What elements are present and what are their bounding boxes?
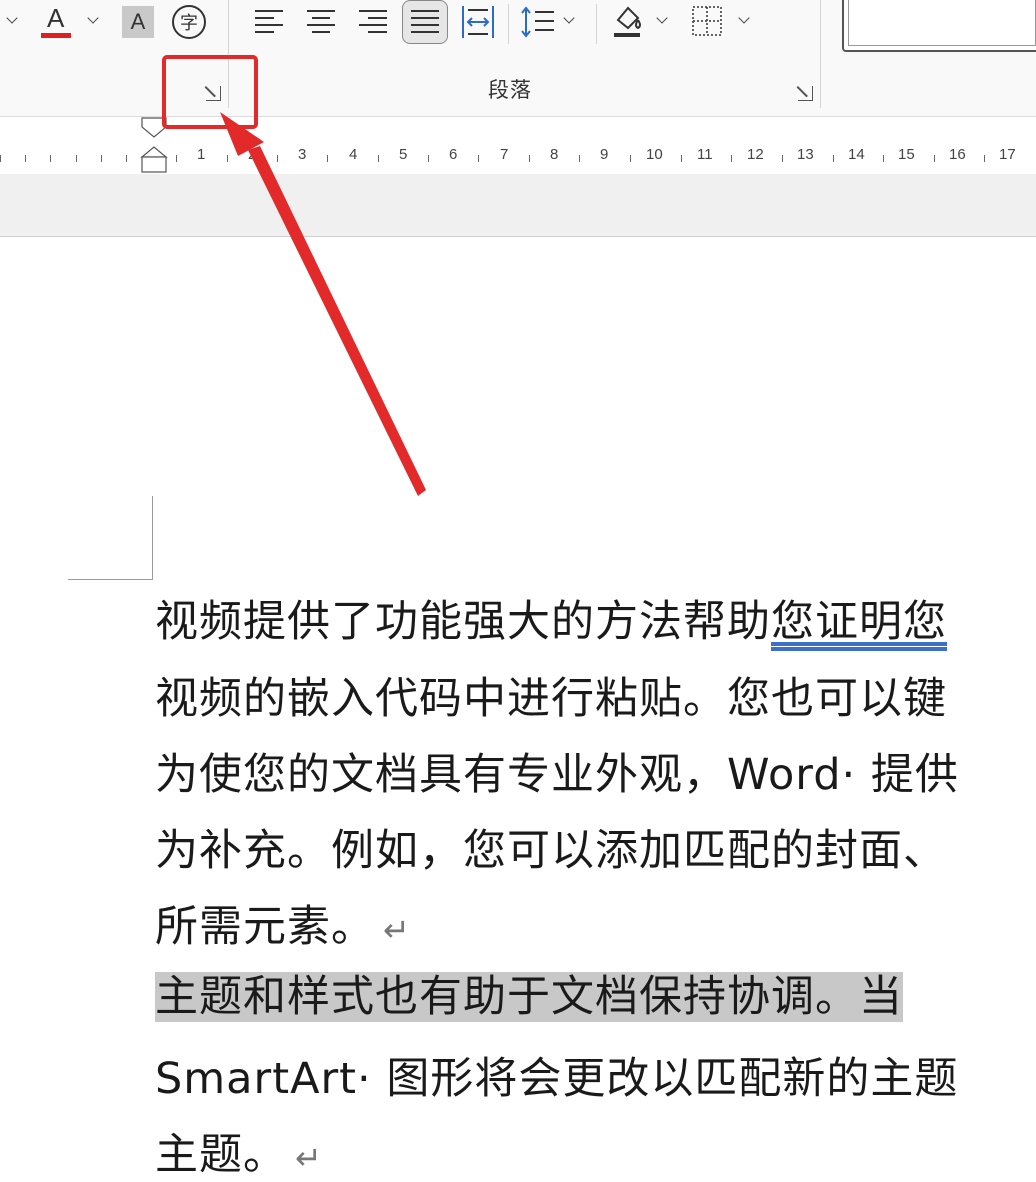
page-corner-mark (152, 496, 153, 580)
document-line-8[interactable]: 主题。 ↵ (155, 1120, 323, 1182)
ruler-label: 15 (898, 146, 915, 163)
document-page[interactable]: 视频提供了功能强大的方法帮助您证明您 视频的嵌入代码中进行粘贴。您也可以键 为使… (0, 237, 1036, 1180)
ruler-tick (428, 155, 429, 162)
document-line-4[interactable]: 为补充。例如，您可以添加匹配的封面、 (155, 816, 947, 878)
line-spacing-icon[interactable] (518, 4, 556, 40)
align-left-icon[interactable] (252, 6, 286, 38)
page-corner-mark (68, 579, 153, 580)
ruler-label: 10 (646, 146, 663, 163)
ruler-label: 6 (449, 146, 458, 163)
group-separator (820, 0, 821, 108)
ruler-label: 8 (550, 146, 559, 163)
ruler-tick (833, 155, 834, 162)
ruler-tick (782, 155, 783, 162)
ruler-label: 11 (697, 146, 713, 163)
ruler-tick (50, 155, 51, 162)
ruler-tick (277, 155, 278, 162)
paragraph-mark: ↵ (383, 911, 411, 949)
borders-icon[interactable] (690, 4, 724, 38)
paragraph-mark: ↵ (295, 1139, 323, 1177)
line-text: 为补充。例如，您可以添加匹配的封面、 (155, 826, 947, 876)
chevron-down-icon[interactable] (6, 12, 18, 24)
character-shading-button[interactable]: A (122, 6, 154, 38)
enclose-characters-button[interactable]: 字 (172, 5, 206, 39)
line-text: 主题。 (155, 1130, 287, 1180)
enclose-characters-icon: 字 (180, 13, 198, 34)
ruler-label: 7 (500, 146, 509, 163)
document-line-5[interactable]: 所需元素。 ↵ (155, 892, 411, 954)
font-color-glyph: A (47, 3, 65, 33)
shading-icon[interactable] (610, 2, 644, 40)
ruler-label: 5 (399, 146, 408, 163)
line-text: 视频的嵌入代码中进行粘贴。您也可以键 (155, 674, 947, 724)
horizontal-ruler[interactable]: 1 2 3 4 5 6 7 8 9 10 11 12 13 14 15 16 1… (0, 116, 1036, 175)
ruler-tick (579, 155, 580, 162)
ruler-tick (25, 155, 26, 162)
ruler-tick (176, 155, 177, 162)
document-line-3[interactable]: 为使您的文档具有专业外观，Word· 提供 (155, 740, 959, 802)
font-color-icon: A (39, 3, 73, 41)
ruler-label: 16 (949, 146, 966, 163)
ruler-tick (126, 155, 127, 162)
font-color-button[interactable]: A (38, 2, 74, 42)
paragraph-group-label: 段落 (488, 78, 532, 102)
document-top-margin-area (0, 174, 1036, 237)
ruler-tick (327, 155, 328, 162)
ruler-tick (101, 155, 102, 162)
document-line-7[interactable]: SmartArt· 图形将会更改以匹配新的主题 (155, 1044, 958, 1106)
line-spacing-dropdown-icon[interactable] (563, 12, 575, 24)
highlighted-selection: 主题和样式也有助于文档保持协调。当 (155, 972, 903, 1022)
annotation-highlight-box (162, 55, 258, 129)
borders-dropdown-icon[interactable] (738, 12, 750, 24)
ruler-label: 13 (797, 146, 814, 163)
font-color-bar (41, 33, 71, 38)
line-text: 视频提供了功能强大的方法帮助 (155, 597, 771, 647)
paragraph-dialog-launcher-icon[interactable] (798, 86, 813, 101)
ruler-tick (984, 155, 985, 162)
toolbar-separator (596, 4, 597, 44)
ruler-label: 1 (197, 146, 206, 163)
underlined-text: 您证明您 (771, 597, 947, 647)
character-shading-icon: A (130, 9, 146, 34)
ruler-tick (731, 155, 732, 162)
align-center-icon[interactable] (304, 6, 338, 38)
ruler-tick (630, 155, 631, 162)
styles-gallery-item[interactable] (842, 0, 1036, 52)
ruler-label: 2 (248, 146, 257, 163)
ruler-tick (378, 155, 379, 162)
ruler-tick (227, 155, 228, 162)
document-line-6[interactable]: 主题和样式也有助于文档保持协调。当 (155, 962, 903, 1024)
line-text: 所需元素。 (155, 902, 375, 952)
ruler-tick (883, 155, 884, 162)
font-color-dropdown-icon[interactable] (87, 12, 99, 24)
line-text: SmartArt· 图形将会更改以匹配新的主题 (155, 1054, 959, 1104)
ruler-tick (478, 155, 479, 162)
ruler-tick (681, 155, 682, 162)
ruler-tick (0, 155, 1, 162)
shading-dropdown-icon[interactable] (656, 12, 668, 24)
line-text: 为使您的文档具有专业外观，Word· 提供 (155, 750, 959, 800)
distributed-icon[interactable] (460, 4, 496, 40)
ruler-label: 3 (298, 146, 307, 163)
justify-button[interactable] (402, 0, 448, 44)
hanging-indent-marker (140, 146, 168, 158)
justify-icon (411, 10, 439, 33)
align-right-icon[interactable] (356, 6, 390, 38)
ruler-tick (529, 155, 530, 162)
ruler-tick (934, 155, 935, 162)
document-line-2[interactable]: 视频的嵌入代码中进行粘贴。您也可以键 (155, 664, 947, 726)
ribbon: A A 字 段落 (0, 0, 1036, 116)
ruler-label: 14 (848, 146, 865, 163)
ruler-label: 12 (747, 146, 764, 163)
ruler-tick (76, 155, 77, 162)
document-line-1[interactable]: 视频提供了功能强大的方法帮助您证明您 (155, 587, 947, 649)
ruler-label: 4 (349, 146, 358, 163)
ruler-label: 17 (999, 146, 1016, 163)
toolbar-separator (508, 4, 509, 44)
left-indent-marker (141, 156, 167, 173)
ruler-label: 9 (600, 146, 609, 163)
